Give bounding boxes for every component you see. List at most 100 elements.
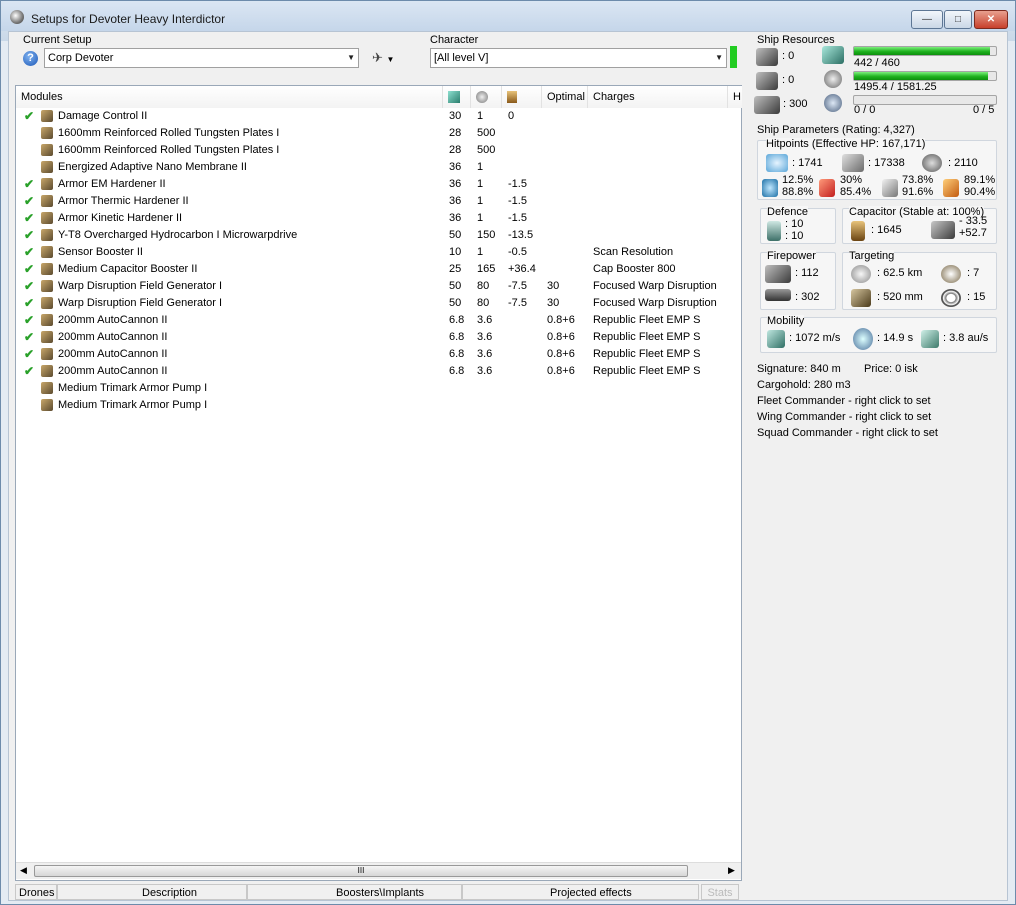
module-row[interactable]: ✔ 200mm AutoCannon II 6.8 3.6 0.8+6 Republic …: [16, 363, 739, 380]
module-row[interactable]: ✔ 200mm AutoCannon II 6.8 3.6 0.8+6 Republic …: [16, 312, 739, 329]
kinetic-shield-resist: 73.8%: [902, 174, 934, 186]
ship-options-button[interactable]: ✈ ▼: [372, 50, 404, 68]
powergrid-bar: [853, 71, 997, 81]
column-header-modules[interactable]: Modules: [16, 86, 443, 108]
module-name: Sensor Booster II: [58, 246, 143, 258]
align-time-icon: [853, 328, 873, 350]
warp-speed: : 3.8 au/s: [943, 332, 989, 344]
squad-commander[interactable]: Squad Commander - right click to set: [757, 427, 938, 439]
module-cpu: 50: [449, 229, 462, 241]
module-row[interactable]: ✔ Sensor Booster II 10 1 -0.5 Scan Resolution: [16, 244, 739, 261]
module-row[interactable]: ✔ Warp Disruption Field Generator I 50 80 -7…: [16, 278, 739, 295]
module-capacitor: -0.5: [508, 246, 527, 258]
column-header-optimal[interactable]: Optimal: [542, 86, 588, 108]
module-cpu: 50: [449, 297, 462, 309]
boosters-implants-tab[interactable]: Boosters\Implants: [247, 884, 462, 900]
stats-button[interactable]: Stats: [701, 884, 739, 900]
cpu-icon: [822, 46, 844, 64]
module-row[interactable]: ✔ 200mm AutoCannon II 6.8 3.6 0.8+6 Republic …: [16, 329, 739, 346]
window-title: Setups for Devoter Heavy Interdictor: [31, 12, 226, 26]
module-powergrid: 1: [477, 110, 484, 122]
column-header-cpu[interactable]: [443, 86, 471, 108]
wing-commander[interactable]: Wing Commander - right click to set: [757, 411, 931, 423]
column-header-powergrid[interactable]: [471, 86, 502, 108]
module-cpu: 6.8: [449, 365, 465, 377]
client-area: Current Setup ? Corp Devoter ▼ ✈ ▼ Chara…: [8, 31, 1008, 901]
module-charge: Cap Booster 800: [593, 263, 676, 275]
drone-bay-icon: [824, 94, 842, 112]
module-charge: Republic Fleet EMP S: [593, 365, 701, 377]
cap-recharge-icon: [931, 221, 955, 239]
launcher-icon: [756, 72, 778, 90]
module-name: 200mm AutoCannon II: [58, 314, 168, 326]
projected-effects-tab[interactable]: Projected effects: [462, 884, 699, 900]
character-select[interactable]: [All level V] ▼: [430, 48, 727, 68]
module-row[interactable]: 1600mm Reinforced Rolled Tungsten Plates…: [16, 142, 739, 159]
warp-speed-icon: [921, 330, 939, 348]
shield-hp: : 1741: [792, 157, 823, 169]
modules-list[interactable]: Modules Optimal Charges H ✔ Damage Contro…: [15, 85, 742, 881]
module-powergrid: 1: [477, 195, 484, 207]
turret-icon: [756, 48, 778, 66]
cpu-bar: [853, 46, 997, 56]
online-check-icon: ✔: [24, 262, 35, 276]
sensor-strength-icon: [941, 289, 961, 307]
module-charge: Republic Fleet EMP S: [593, 314, 701, 326]
module-row[interactable]: ✔ Armor Kinetic Hardener II 36 1 -1.5: [16, 210, 739, 227]
module-name: Energized Adaptive Nano Membrane II: [58, 161, 247, 173]
module-powergrid: 80: [477, 297, 490, 309]
module-powergrid: 1: [477, 178, 484, 190]
module-name: 200mm AutoCannon II: [58, 365, 168, 377]
module-name: 200mm AutoCannon II: [58, 348, 168, 360]
cap-recharge: +52.7: [959, 227, 987, 239]
scroll-thumb[interactable]: III: [34, 865, 688, 877]
module-icon: [41, 144, 53, 156]
module-row[interactable]: ✔ Armor Thermic Hardener II 36 1 -1.5: [16, 193, 739, 210]
description-tab[interactable]: Description: [57, 884, 247, 900]
launcher-slots: : 0: [782, 74, 795, 86]
powergrid-bar-fill: [854, 72, 989, 80]
horizontal-scrollbar[interactable]: ◀ III ▶: [16, 862, 741, 879]
column-header-charges[interactable]: Charges: [588, 86, 728, 108]
module-row[interactable]: ✔ Damage Control II 30 1 0: [16, 108, 739, 125]
thermal-armor-resist: 85.4%: [840, 186, 872, 198]
module-powergrid: 150: [477, 229, 496, 241]
module-row[interactable]: ✔ Armor EM Hardener II 36 1 -1.5: [16, 176, 739, 193]
module-name: Warp Disruption Field Generator I: [58, 297, 223, 309]
setup-select[interactable]: Corp Devoter ▼: [44, 48, 359, 68]
module-row[interactable]: 1600mm Reinforced Rolled Tungsten Plates…: [16, 125, 739, 142]
cpu-text: 442 / 460: [854, 57, 900, 69]
module-row[interactable]: Medium Trimark Armor Pump I: [16, 397, 739, 414]
title-bar: Setups for Devoter Heavy Interdictor — □…: [1, 1, 1015, 31]
thermal-resist-icon: [819, 179, 835, 197]
module-cpu: 30: [449, 110, 462, 122]
module-charge: Focused Warp Disruption: [593, 280, 717, 292]
module-row[interactable]: ✔ 200mm AutoCannon II 6.8 3.6 0.8+6 Republic …: [16, 346, 739, 363]
column-header-capacitor[interactable]: [502, 86, 542, 108]
help-icon[interactable]: ?: [23, 51, 38, 66]
speed-icon: [767, 330, 785, 348]
defence-icon: [767, 221, 781, 241]
module-powergrid: 1: [477, 246, 484, 258]
ship-parameters-title: Ship Parameters (Rating: 4,327): [757, 124, 915, 136]
scroll-right-icon[interactable]: ▶: [728, 865, 735, 876]
firepower-volley: : 302: [795, 291, 820, 303]
maximize-button[interactable]: □: [944, 10, 972, 29]
setup-select-value: Corp Devoter: [48, 52, 114, 64]
scan-resolution-icon: [851, 289, 871, 307]
module-name: Armor Kinetic Hardener II: [58, 212, 183, 224]
module-row[interactable]: ✔ Medium Capacitor Booster II 25 165 +36.4 Ca…: [16, 261, 739, 278]
drones-tab[interactable]: Drones: [15, 884, 57, 900]
fleet-commander[interactable]: Fleet Commander - right click to set: [757, 395, 931, 407]
kinetic-resist-icon: [882, 179, 898, 197]
close-button[interactable]: ✕: [974, 10, 1008, 29]
column-header-h[interactable]: H: [728, 86, 742, 108]
cpu-icon: [448, 91, 460, 104]
scroll-left-icon[interactable]: ◀: [20, 865, 27, 876]
minimize-button[interactable]: —: [911, 10, 943, 29]
module-row[interactable]: Medium Trimark Armor Pump I: [16, 380, 739, 397]
module-row[interactable]: Energized Adaptive Nano Membrane II 36 1: [16, 159, 739, 176]
module-row[interactable]: ✔ Y-T8 Overcharged Hydrocarbon I Microwar…: [16, 227, 739, 244]
module-row[interactable]: ✔ Warp Disruption Field Generator I 50 80 -7…: [16, 295, 739, 312]
firepower-dps: : 112: [795, 267, 819, 279]
